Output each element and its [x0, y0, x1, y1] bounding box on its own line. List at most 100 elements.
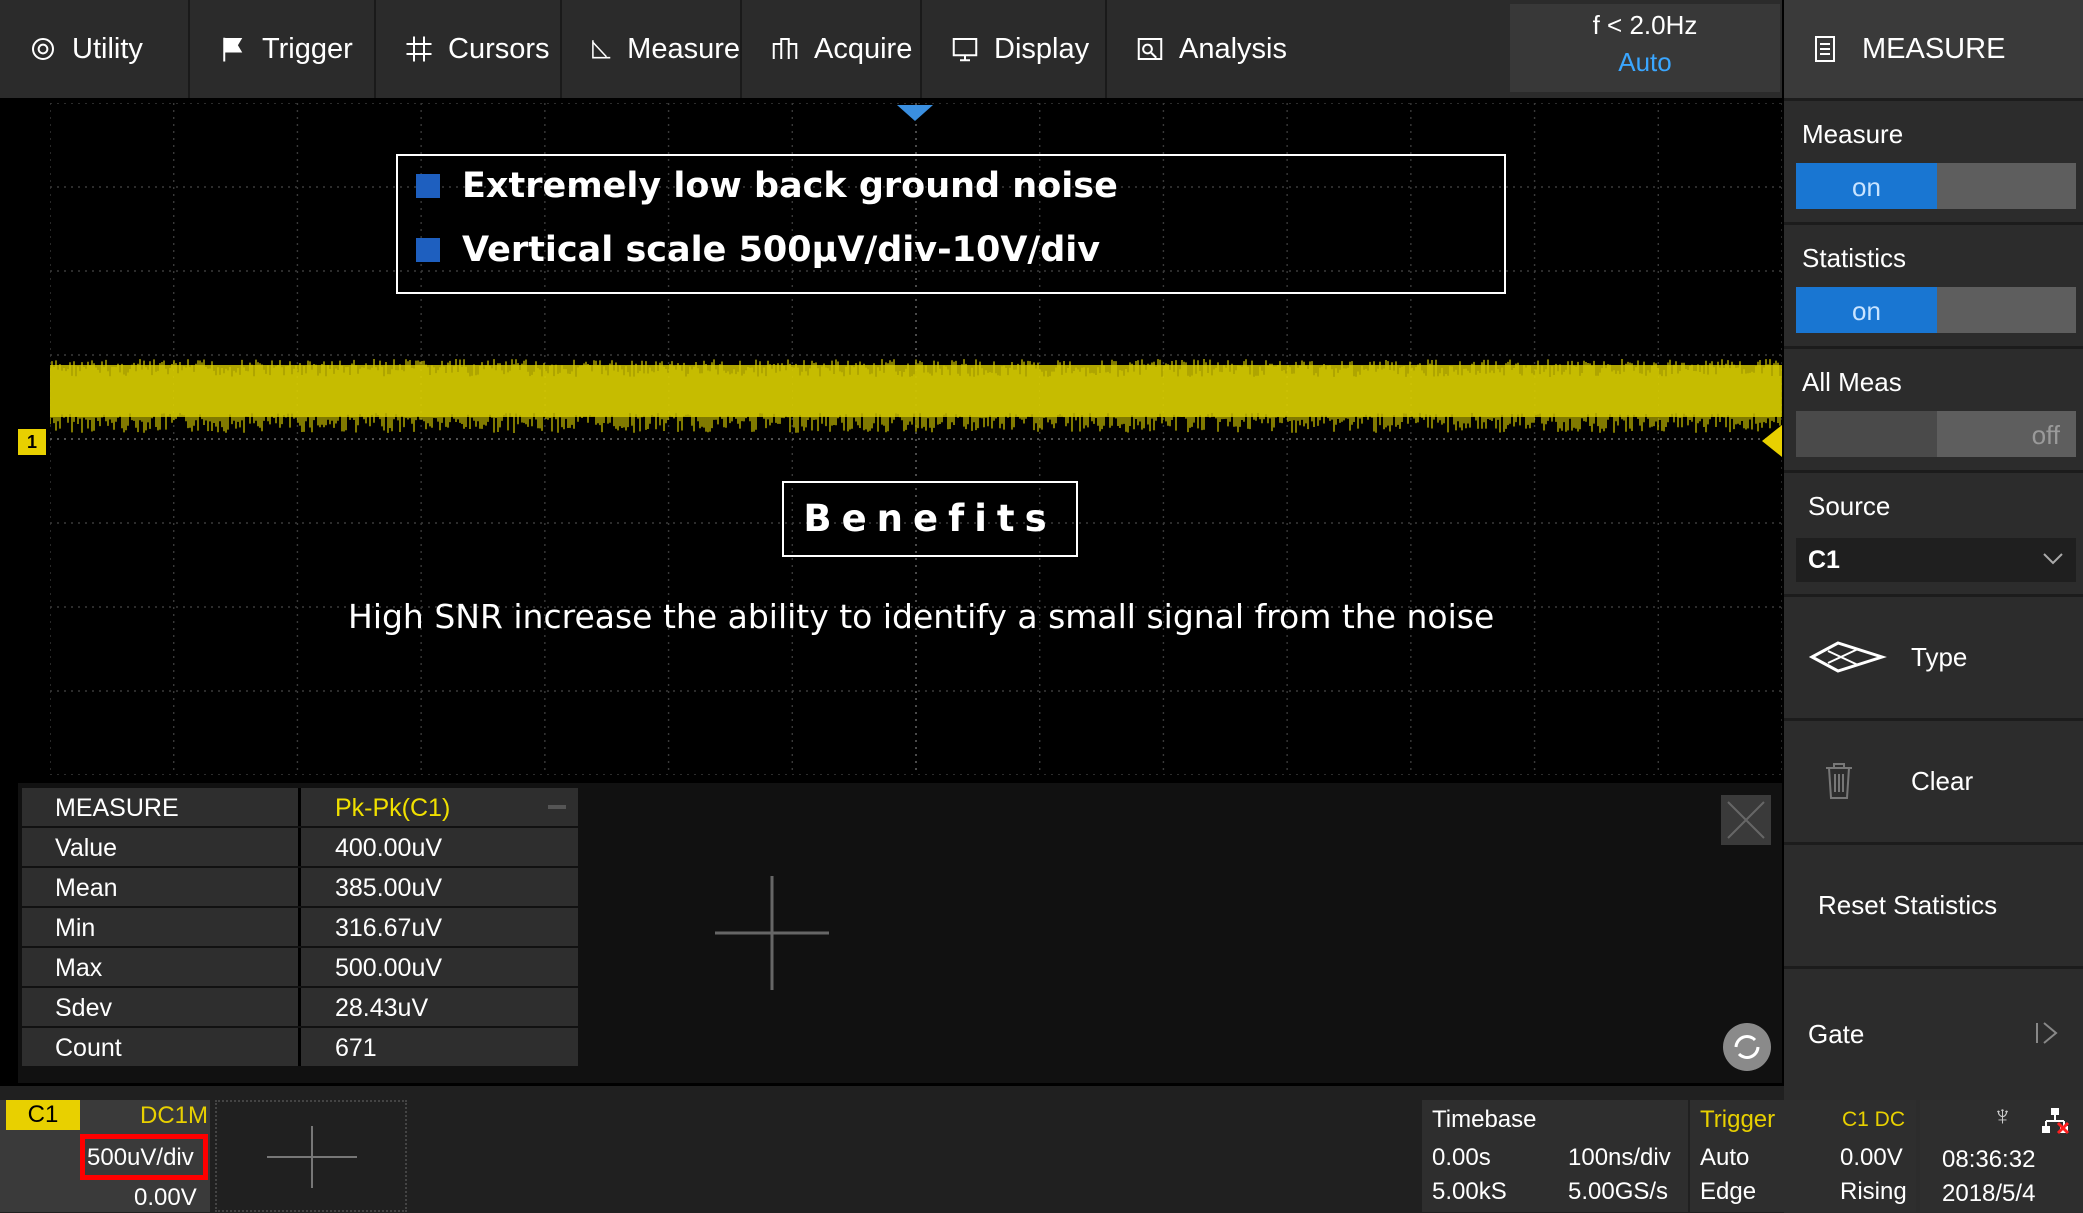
acquire-icon — [772, 38, 798, 59]
all-meas-toggle-off: off — [2031, 420, 2060, 450]
measure-table: MEASURE Pk-Pk(C1) Value 400.00uV Mean 385.… — [22, 788, 578, 1080]
channel-scale: 500uV/div — [87, 1144, 194, 1171]
statistics-toggle[interactable]: on — [1796, 287, 2076, 333]
menu-measure-label: Measure — [627, 32, 740, 65]
menu-display[interactable]: Display — [922, 0, 1107, 98]
statistics-section: Statistics on — [1784, 222, 2083, 346]
menu-measure[interactable]: Measure — [562, 0, 742, 98]
source-section: Source C1 — [1784, 470, 2083, 594]
trigger-level: 0.00V — [1840, 1144, 1903, 1171]
menu-trigger[interactable]: Trigger — [190, 0, 376, 98]
row-value: 385.00uV — [335, 874, 443, 902]
measure-icon — [592, 40, 611, 59]
measure-section: Measure on — [1784, 98, 2083, 222]
expand-arrow-icon — [2036, 1022, 2058, 1044]
measure-header-value: Pk-Pk(C1) — [335, 794, 451, 822]
feature-bullet-1-text: Extremely low back ground noise — [462, 166, 1118, 206]
column-divider — [298, 948, 301, 986]
statistics-toggle-on: on — [1796, 287, 1937, 333]
menu-trigger-label: Trigger — [262, 32, 353, 65]
timebase-info[interactable]: Timebase 0.00s 100ns/div 5.00kS 5.00GS/s — [1422, 1100, 1688, 1212]
top-menu-bar: Utility Trigger Cursors Measure Acquire … — [0, 0, 1782, 98]
benefits-description: High SNR increase the ability to identif… — [348, 597, 1495, 636]
add-channel-slot[interactable] — [215, 1100, 407, 1212]
trigger-mode-status: Auto — [1618, 47, 1672, 77]
menu-acquire[interactable]: Acquire — [742, 0, 922, 98]
column-divider — [298, 788, 301, 826]
benefits-heading: Benefits — [782, 481, 1078, 557]
menu-analysis[interactable]: Analysis — [1107, 0, 1507, 98]
clock-date: 2018/5/4 — [1942, 1180, 2036, 1207]
column-divider — [298, 828, 301, 866]
trigger-frequency-box[interactable]: f < 2.0Hz Auto — [1510, 4, 1780, 92]
channel-1-offset-marker[interactable]: 1 — [18, 429, 46, 455]
trigger-level-marker[interactable] — [1760, 425, 1782, 457]
all-meas-toggle-knob — [1796, 411, 1937, 457]
source-label: Source — [1808, 491, 1891, 521]
row-value: 671 — [335, 1034, 377, 1062]
measure-table-header: MEASURE Pk-Pk(C1) — [22, 788, 578, 826]
system-status: ♆ 08:36:32 2018/5/4 — [1920, 1100, 2083, 1212]
source-value: C1 — [1808, 546, 1840, 574]
trash-icon — [1826, 763, 1852, 799]
measure-toggle[interactable]: on — [1796, 163, 2076, 209]
column-divider — [298, 1028, 301, 1066]
menu-analysis-label: Analysis — [1179, 32, 1287, 65]
menu-cursors-label: Cursors — [448, 32, 550, 65]
add-channel-plus-icon — [267, 1126, 357, 1188]
row-label: Count — [55, 1034, 122, 1062]
trigger-info[interactable]: Trigger C1 DC Auto 0.00V Edge Rising — [1690, 1100, 1916, 1212]
trigger-frequency: f < 2.0Hz — [1592, 10, 1698, 40]
all-meas-toggle[interactable]: off — [1796, 411, 2076, 457]
gate-label: Gate — [1808, 1019, 1865, 1049]
statistics-label: Statistics — [1802, 243, 1907, 273]
feature-bullet-1: Extremely low back ground noise — [416, 166, 1118, 206]
clear-button[interactable]: Clear — [1784, 718, 2083, 842]
panel-title-bar: MEASURE — [1784, 0, 2083, 98]
document-icon — [1815, 36, 1835, 62]
chevron-down-icon — [2043, 553, 2063, 565]
menu-display-label: Display — [994, 32, 1090, 65]
channel-offset: 0.00V — [134, 1184, 197, 1211]
trigger-position-marker[interactable] — [895, 103, 935, 123]
timebase-delay: 0.00s — [1432, 1144, 1491, 1171]
cursors-icon — [406, 36, 432, 62]
menu-utility[interactable]: Utility — [0, 0, 190, 98]
type-button[interactable]: Type — [1784, 594, 2083, 718]
row-label: Value — [55, 834, 118, 862]
channel-coupling: DC1M — [140, 1102, 209, 1129]
reset-statistics-button[interactable]: Reset Statistics — [1784, 842, 2083, 966]
trigger-source: C1 DC — [1842, 1108, 1906, 1131]
measure-header-label: MEASURE — [55, 794, 179, 822]
source-select[interactable]: C1 — [1796, 538, 2076, 582]
row-value: 28.43uV — [335, 994, 429, 1022]
row-label: Sdev — [55, 994, 112, 1022]
usb-icon: ♆ — [1992, 1100, 2013, 1131]
table-row: Max 500.00uV — [22, 948, 578, 986]
refresh-icon[interactable] — [1722, 1022, 1772, 1072]
add-measurement-plus-icon[interactable] — [713, 874, 831, 992]
bottom-status-bar: C1 DC1M 500uV/div 0.00V Timebase 0.00s 1… — [0, 1086, 2083, 1213]
row-value: 500.00uV — [335, 954, 443, 982]
gate-button[interactable]: Gate — [1784, 966, 2083, 1090]
close-measure-icon[interactable] — [1720, 794, 1772, 846]
channel-1-info[interactable]: C1 DC1M 500uV/div 0.00V — [0, 1100, 210, 1212]
row-label: Max — [55, 954, 103, 982]
all-meas-section: All Meas off — [1784, 346, 2083, 470]
type-label: Type — [1911, 642, 1968, 672]
row-label: Mean — [55, 874, 118, 902]
measure-panel: MEASURE Measure on Statistics on All Mea… — [1784, 0, 2083, 1213]
measure-label: Measure — [1802, 119, 1904, 149]
menu-cursors[interactable]: Cursors — [376, 0, 562, 98]
timebase-label: Timebase — [1432, 1106, 1537, 1133]
feature-bullet-2: Vertical scale 500μV/div-10V/div — [416, 230, 1100, 270]
trigger-label: Trigger — [1700, 1106, 1776, 1133]
column-divider — [298, 908, 301, 946]
analysis-icon — [1137, 38, 1163, 60]
column-divider — [298, 868, 301, 906]
collapse-icon[interactable] — [548, 805, 566, 809]
clock-time: 08:36:32 — [1942, 1146, 2036, 1173]
display-icon — [952, 38, 978, 62]
timebase-scale: 100ns/div — [1568, 1144, 1671, 1171]
table-row: Value 400.00uV — [22, 828, 578, 866]
